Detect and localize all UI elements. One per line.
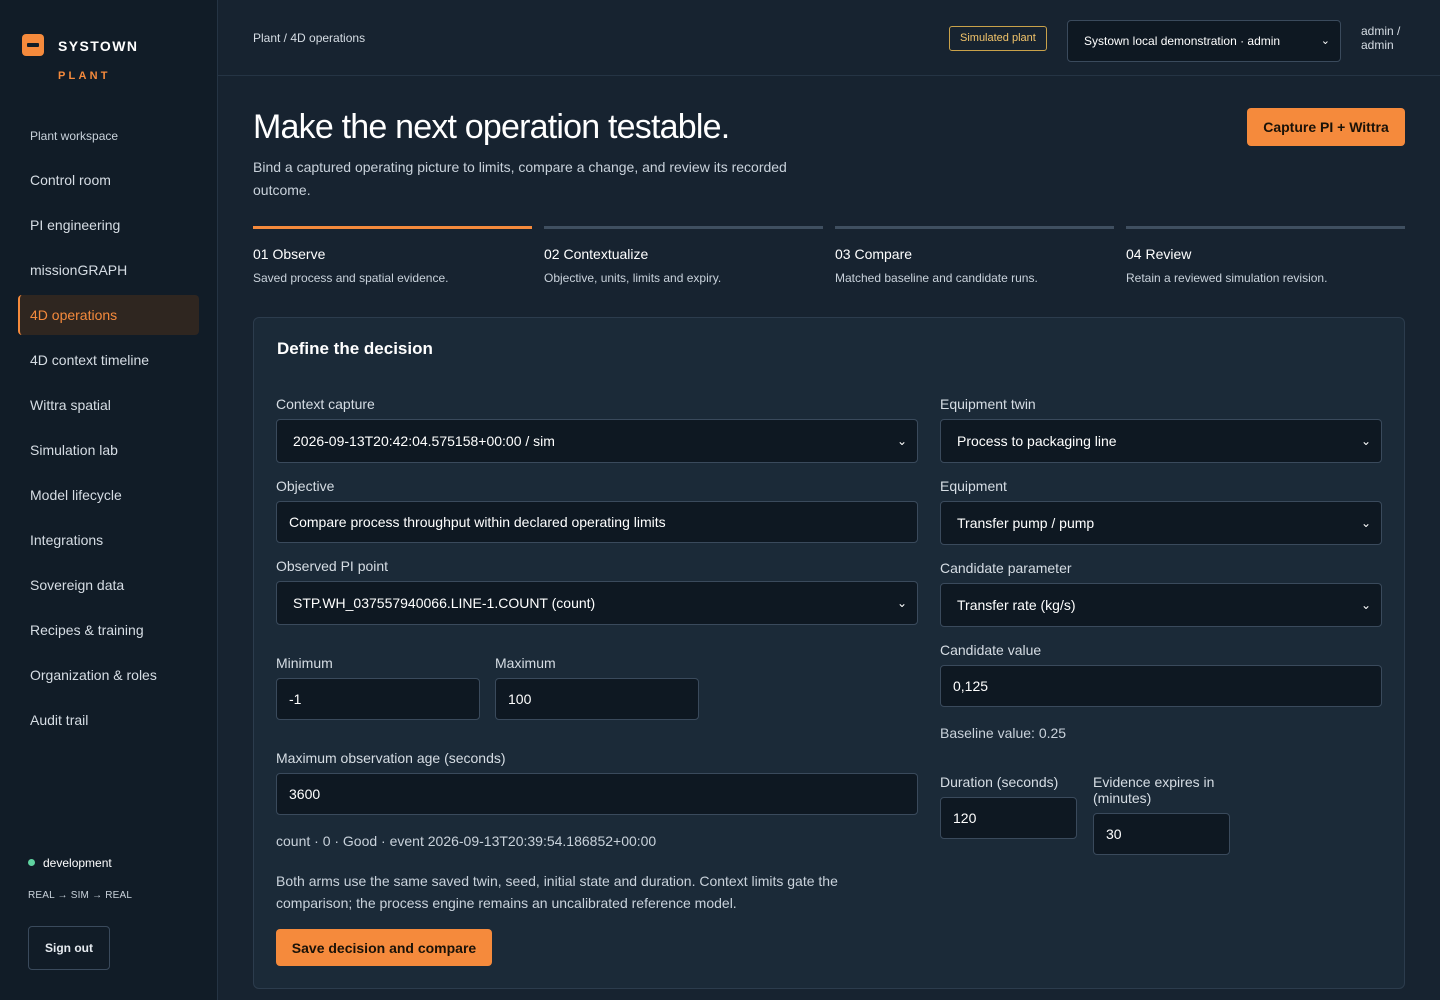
baseline-value: Baseline value: 0.25 bbox=[940, 725, 1067, 741]
sidebar-item-organization-roles[interactable]: Organization & roles bbox=[18, 655, 199, 695]
step-progress-bar bbox=[1126, 226, 1405, 229]
step-title: 02 Contextualize bbox=[544, 246, 649, 262]
sidebar-item-simulation-lab[interactable]: Simulation lab bbox=[18, 430, 199, 470]
candidate-value-label: Candidate value bbox=[940, 642, 1042, 658]
pi-point-value: STP.WH_037557940066.LINE-1.COUNT (count) bbox=[293, 595, 596, 611]
objective-value: Compare process throughput within declar… bbox=[289, 514, 666, 530]
chevron-down-icon: ⌄ bbox=[1360, 598, 1371, 612]
top-bar: Plant / 4D operations Simulated plant Sy… bbox=[218, 0, 1440, 76]
step-description: Retain a reviewed simulation revision. bbox=[1126, 271, 1328, 285]
comparison-footnote: Both arms use the same saved twin, seed,… bbox=[276, 873, 838, 911]
sidebar-nav: Control room PI engineering missionGRAPH… bbox=[18, 160, 199, 745]
minimum-input[interactable]: -1 bbox=[276, 678, 480, 720]
breadcrumb: Plant / 4D operations bbox=[253, 31, 366, 45]
candidate-parameter-label: Candidate parameter bbox=[940, 560, 1072, 576]
sidebar-item-4d-operations[interactable]: 4D operations bbox=[18, 295, 199, 335]
duration-value: 120 bbox=[953, 810, 977, 826]
nav-section-title: Plant workspace bbox=[30, 129, 119, 143]
context-capture-label: Context capture bbox=[276, 396, 375, 412]
duration-input[interactable]: 120 bbox=[940, 797, 1077, 839]
workflow-steps: 01 Observe Saved process and spatial evi… bbox=[253, 226, 1405, 296]
step-title: 03 Compare bbox=[835, 246, 913, 262]
sidebar-item-control-room[interactable]: Control room bbox=[18, 160, 199, 200]
equipment-label: Equipment bbox=[940, 478, 1007, 494]
page-description: Bind a captured operating picture to lim… bbox=[253, 159, 787, 198]
pi-point-select[interactable]: STP.WH_037557940066.LINE-1.COUNT (count)… bbox=[276, 581, 918, 625]
step-contextualize[interactable]: 02 Contextualize Objective, units, limit… bbox=[544, 226, 823, 285]
step-title: 01 Observe bbox=[253, 246, 326, 262]
max-age-value: 3600 bbox=[289, 786, 321, 802]
capture-pi-wittra-button[interactable]: Capture PI + Wittra bbox=[1247, 108, 1405, 146]
duration-label: Duration (seconds) bbox=[940, 774, 1059, 790]
sidebar-item-audit-trail[interactable]: Audit trail bbox=[18, 700, 199, 740]
page-title: Make the next operation testable. bbox=[253, 108, 730, 146]
brand-name: SYSTOWN bbox=[58, 38, 139, 54]
candidate-value-input[interactable]: 0,125 bbox=[940, 665, 1382, 707]
maximum-input[interactable]: 100 bbox=[495, 678, 699, 720]
minimum-label: Minimum bbox=[276, 655, 333, 671]
step-progress-bar bbox=[544, 226, 823, 229]
systown-logo-icon bbox=[22, 34, 44, 56]
decision-panel: Define the decision Context capture 2026… bbox=[253, 317, 1405, 989]
chevron-down-icon: ⌄ bbox=[1360, 516, 1371, 530]
step-description: Matched baseline and candidate runs. bbox=[835, 271, 1038, 285]
sidebar-item-model-lifecycle[interactable]: Model lifecycle bbox=[18, 475, 199, 515]
objective-input[interactable]: Compare process throughput within declar… bbox=[276, 501, 918, 543]
sign-out-button[interactable]: Sign out bbox=[28, 926, 110, 970]
workspace-select-value: Systown local demonstration · admin bbox=[1084, 34, 1281, 48]
equipment-twin-value: Process to packaging line bbox=[957, 433, 1117, 449]
chevron-down-icon: ⌄ bbox=[896, 596, 907, 610]
equipment-select[interactable]: Transfer pump / pump ⌄ bbox=[940, 501, 1382, 545]
panel-title: Define the decision bbox=[277, 339, 433, 358]
loop-label: REAL → SIM → REAL bbox=[28, 890, 133, 901]
step-description: Saved process and spatial evidence. bbox=[253, 271, 449, 285]
step-observe[interactable]: 01 Observe Saved process and spatial evi… bbox=[253, 226, 532, 285]
save-decision-button[interactable]: Save decision and compare bbox=[276, 929, 492, 966]
candidate-parameter-value: Transfer rate (kg/s) bbox=[957, 597, 1076, 613]
step-title: 04 Review bbox=[1126, 246, 1192, 262]
sidebar-item-missiongraph[interactable]: missionGRAPH bbox=[18, 250, 199, 290]
chevron-down-icon: ⌄ bbox=[896, 434, 907, 448]
expiry-label: Evidence expires in (minutes) bbox=[1093, 774, 1215, 806]
context-capture-value: 2026-09-13T20:42:04.575158+00:00 / sim bbox=[293, 433, 555, 449]
chevron-down-icon: ⌄ bbox=[1360, 434, 1371, 448]
environment-indicator: development bbox=[28, 856, 112, 870]
pi-point-label: Observed PI point bbox=[276, 558, 389, 574]
maximum-label: Maximum bbox=[495, 655, 556, 671]
max-age-input[interactable]: 3600 bbox=[276, 773, 918, 815]
candidate-parameter-select[interactable]: Transfer rate (kg/s) ⌄ bbox=[940, 583, 1382, 627]
observation-note: count · 0 · Good · event 2026-09-13T20:3… bbox=[276, 833, 657, 849]
sidebar-item-sovereign-data[interactable]: Sovereign data bbox=[18, 565, 199, 605]
sidebar-item-4d-context-timeline[interactable]: 4D context timeline bbox=[18, 340, 199, 380]
sidebar-item-wittra-spatial[interactable]: Wittra spatial bbox=[18, 385, 199, 425]
equipment-twin-select[interactable]: Process to packaging line ⌄ bbox=[940, 419, 1382, 463]
objective-label: Objective bbox=[276, 478, 335, 494]
step-description: Objective, units, limits and expiry. bbox=[544, 271, 722, 285]
environment-label: development bbox=[43, 856, 112, 870]
step-compare[interactable]: 03 Compare Matched baseline and candidat… bbox=[835, 226, 1114, 285]
sidebar-item-integrations[interactable]: Integrations bbox=[18, 520, 199, 560]
expiry-value: 30 bbox=[1106, 826, 1122, 842]
minimum-value: -1 bbox=[289, 691, 302, 707]
sidebar-item-recipes-training[interactable]: Recipes & training bbox=[18, 610, 199, 650]
equipment-twin-label: Equipment twin bbox=[940, 396, 1036, 412]
maximum-value: 100 bbox=[508, 691, 532, 707]
sidebar: SYSTOWN PLANT Plant workspace Control ro… bbox=[0, 0, 218, 1000]
step-progress-bar bbox=[253, 226, 532, 229]
status-dot-icon bbox=[28, 859, 35, 866]
expiry-input[interactable]: 30 bbox=[1093, 813, 1230, 855]
simulated-plant-badge: Simulated plant bbox=[949, 26, 1047, 51]
max-age-label: Maximum observation age (seconds) bbox=[276, 750, 506, 766]
workspace-select[interactable]: Systown local demonstration · admin ⌄ bbox=[1067, 20, 1341, 62]
chevron-down-icon: ⌄ bbox=[1320, 35, 1330, 47]
user-label[interactable]: admin / admin bbox=[1361, 24, 1411, 52]
context-capture-select[interactable]: 2026-09-13T20:42:04.575158+00:00 / sim ⌄ bbox=[276, 419, 918, 463]
sidebar-item-pi-engineering[interactable]: PI engineering bbox=[18, 205, 199, 245]
brand-sub: PLANT bbox=[58, 70, 111, 82]
equipment-value: Transfer pump / pump bbox=[957, 515, 1095, 531]
step-progress-bar bbox=[835, 226, 1114, 229]
step-review[interactable]: 04 Review Retain a reviewed simulation r… bbox=[1126, 226, 1405, 285]
candidate-value: 0,125 bbox=[953, 678, 989, 694]
